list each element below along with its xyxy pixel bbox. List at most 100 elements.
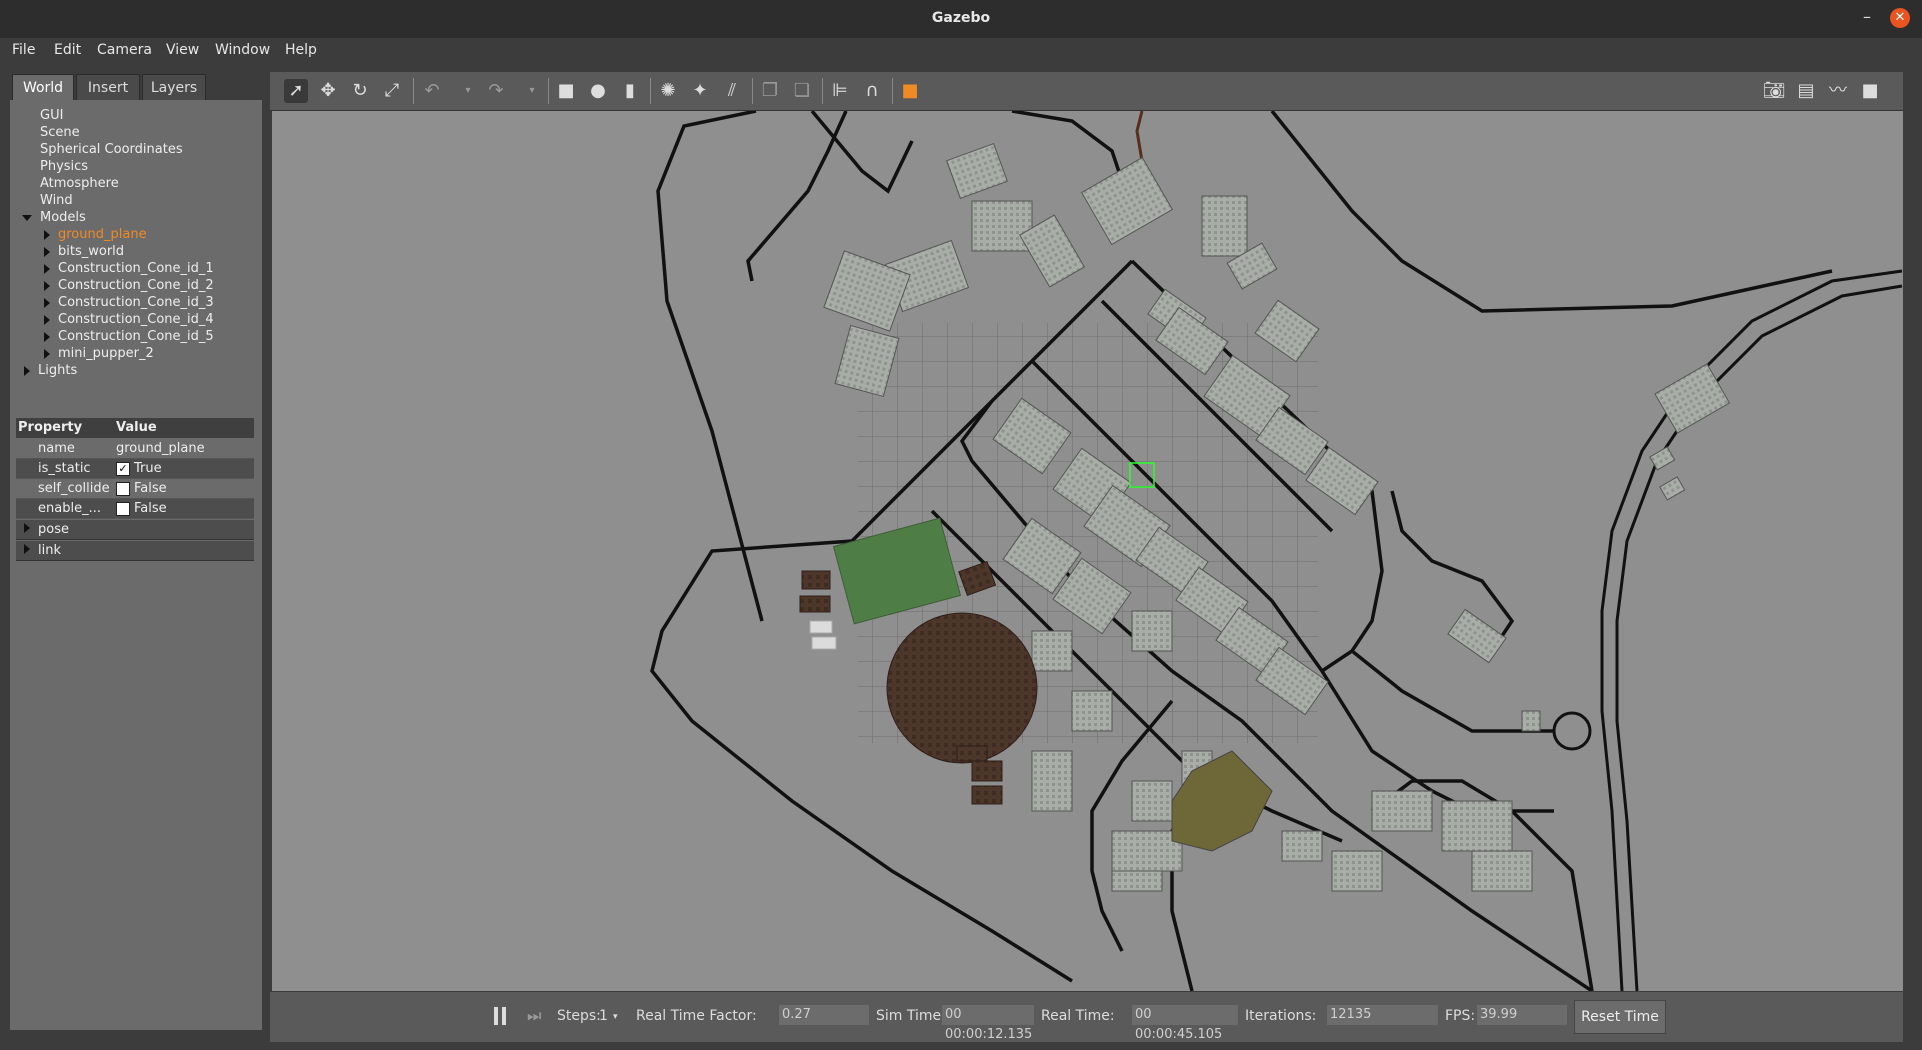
3d-scene-viewport[interactable] xyxy=(272,111,1903,991)
directional-light-icon[interactable]: ⫽ xyxy=(720,79,744,103)
tree-item-model[interactable]: Construction_Cone_id_4 xyxy=(44,312,214,327)
collapsed-arrow-icon[interactable] xyxy=(24,523,30,533)
menu-window[interactable]: Window xyxy=(215,42,270,58)
rtf-label: Real Time Factor: xyxy=(636,1008,757,1024)
collapsed-arrow-icon[interactable] xyxy=(44,348,50,359)
tree-item-models[interactable]: Models xyxy=(22,210,86,225)
property-group-link[interactable]: link xyxy=(16,541,254,561)
property-row-self-collide[interactable]: self_collide False xyxy=(16,479,254,499)
plot-icon[interactable]: 〰 xyxy=(1826,79,1850,103)
tree-item-model[interactable]: Construction_Cone_id_5 xyxy=(44,329,214,344)
toolbar-separator xyxy=(650,78,651,104)
tree-item-model[interactable]: Construction_Cone_id_3 xyxy=(44,295,214,310)
tab-insert[interactable]: Insert xyxy=(76,74,140,101)
header-value: Value xyxy=(116,420,157,435)
reset-time-button[interactable]: Reset Time xyxy=(1574,1000,1666,1034)
rotate-icon[interactable]: ↻ xyxy=(348,79,372,103)
expanded-arrow-icon[interactable] xyxy=(22,214,32,221)
chevron-down-icon[interactable]: ▾ xyxy=(613,1012,618,1022)
header-property: Property xyxy=(18,420,83,435)
left-panel: World Insert Layers GUI Scene Spherical … xyxy=(10,74,262,1040)
tree-item-model-label: Construction_Cone_id_3 xyxy=(58,295,214,310)
collapsed-arrow-icon[interactable] xyxy=(44,314,50,325)
chevron-down-icon[interactable]: ▾ xyxy=(520,79,544,103)
property-key: is_static xyxy=(38,461,91,476)
property-value: False xyxy=(134,481,167,496)
tree-item-model[interactable]: Construction_Cone_id_2 xyxy=(44,278,214,293)
tree-item-spherical-coordinates[interactable]: Spherical Coordinates xyxy=(40,142,183,157)
point-light-icon[interactable]: ✺ xyxy=(656,79,680,103)
close-button[interactable]: ✕ xyxy=(1890,8,1910,28)
tree-item-model[interactable]: ground_plane xyxy=(44,227,147,242)
paste-icon[interactable]: ❏ xyxy=(790,79,814,103)
undo-icon[interactable]: ↶ xyxy=(420,79,444,103)
tree-item-physics[interactable]: Physics xyxy=(40,159,88,174)
collapsed-arrow-icon[interactable] xyxy=(44,331,50,342)
tree-item-model[interactable]: bits_world xyxy=(44,244,124,259)
collapsed-arrow-icon[interactable] xyxy=(24,365,30,376)
menu-camera[interactable]: Camera xyxy=(97,42,152,58)
step-icon[interactable]: ⏭︎ xyxy=(527,1006,541,1026)
checkbox-unchecked[interactable] xyxy=(116,482,130,496)
tree-item-model-label: Construction_Cone_id_1 xyxy=(58,261,214,276)
menu-help[interactable]: Help xyxy=(285,42,317,58)
property-value[interactable]: ground_plane xyxy=(116,441,205,456)
panel-tabs: World Insert Layers xyxy=(10,74,262,101)
cylinder-icon[interactable]: ▮ xyxy=(618,79,642,103)
screenshot-icon[interactable]: 📷︎ xyxy=(1762,79,1786,103)
collapsed-arrow-icon[interactable] xyxy=(44,280,50,291)
select-icon[interactable]: ➚ xyxy=(284,79,308,103)
collapsed-arrow-icon[interactable] xyxy=(44,229,50,240)
tab-layers[interactable]: Layers xyxy=(142,74,206,101)
running-track xyxy=(886,612,1038,764)
property-row-name[interactable]: name ground_plane xyxy=(16,439,254,459)
real-time-field: 00 00:00:45.105 xyxy=(1132,1005,1238,1042)
snap-icon[interactable]: ∩ xyxy=(860,79,884,103)
chevron-down-icon[interactable]: ▾ xyxy=(456,79,480,103)
pause-icon[interactable] xyxy=(494,1007,508,1025)
menu-view[interactable]: View xyxy=(166,42,199,58)
sim-time-field: 00 00:00:12.135 xyxy=(942,1005,1034,1042)
view-angle-icon[interactable]: ■ xyxy=(898,79,922,103)
menu-edit[interactable]: Edit xyxy=(54,42,81,58)
real-time-label: Real Time: xyxy=(1041,1008,1115,1024)
toolbar-separator xyxy=(892,78,893,104)
translate-icon[interactable]: ✥ xyxy=(316,79,340,103)
tree-item-wind[interactable]: Wind xyxy=(40,193,73,208)
redo-icon[interactable]: ↷ xyxy=(484,79,508,103)
checkbox-checked[interactable]: ✓ xyxy=(116,462,130,476)
property-group-pose[interactable]: pose xyxy=(16,520,254,540)
property-row-is-static[interactable]: is_static ✓ True xyxy=(16,459,254,479)
viewport-area: ➚ ✥ ↻ ⤢ ↶ ▾ ↷ ▾ ■ ● ▮ ✺ ✦ ⫽ ❐ ❏ ⊫ ∩ ■ 📷︎… xyxy=(270,72,1903,1042)
record-icon[interactable]: ■ xyxy=(1858,79,1882,103)
align-icon[interactable]: ⊫ xyxy=(828,79,852,103)
collapsed-arrow-icon[interactable] xyxy=(44,297,50,308)
scale-icon[interactable]: ⤢ xyxy=(380,79,404,103)
property-row-enable[interactable]: enable_... False xyxy=(16,499,254,519)
minimize-button[interactable]: – xyxy=(1856,6,1878,28)
property-group-label: link xyxy=(38,543,61,558)
tree-item-model[interactable]: mini_pupper_2 xyxy=(44,346,154,361)
rtf-field: 0.27 xyxy=(779,1005,869,1025)
box-icon[interactable]: ■ xyxy=(554,79,578,103)
tree-item-scene[interactable]: Scene xyxy=(40,125,80,140)
spot-light-icon[interactable]: ✦ xyxy=(688,79,712,103)
collapsed-arrow-icon[interactable] xyxy=(44,263,50,274)
menu-file[interactable]: File xyxy=(12,42,35,58)
collapsed-arrow-icon[interactable] xyxy=(44,246,50,257)
status-bar: ⏭︎ Steps: 1 ▾ Real Time Factor: 0.27 Sim… xyxy=(270,992,1903,1042)
log-icon[interactable]: ▤ xyxy=(1794,79,1818,103)
collapsed-arrow-icon[interactable] xyxy=(24,544,30,554)
sphere-icon[interactable]: ● xyxy=(586,79,610,103)
tab-world[interactable]: World xyxy=(12,74,74,101)
steps-value[interactable]: 1 xyxy=(599,1008,608,1024)
tree-item-atmosphere[interactable]: Atmosphere xyxy=(40,176,119,191)
menu-bar: File Edit Camera View Window Help xyxy=(0,38,1922,64)
checkbox-unchecked[interactable] xyxy=(116,502,130,516)
tree-item-gui[interactable]: GUI xyxy=(40,108,63,123)
tree-item-lights[interactable]: Lights xyxy=(24,363,77,378)
tree-item-model[interactable]: Construction_Cone_id_1 xyxy=(44,261,214,276)
tree-item-model-label: bits_world xyxy=(58,244,125,259)
property-key: enable_... xyxy=(38,501,101,516)
copy-icon[interactable]: ❐ xyxy=(758,79,782,103)
